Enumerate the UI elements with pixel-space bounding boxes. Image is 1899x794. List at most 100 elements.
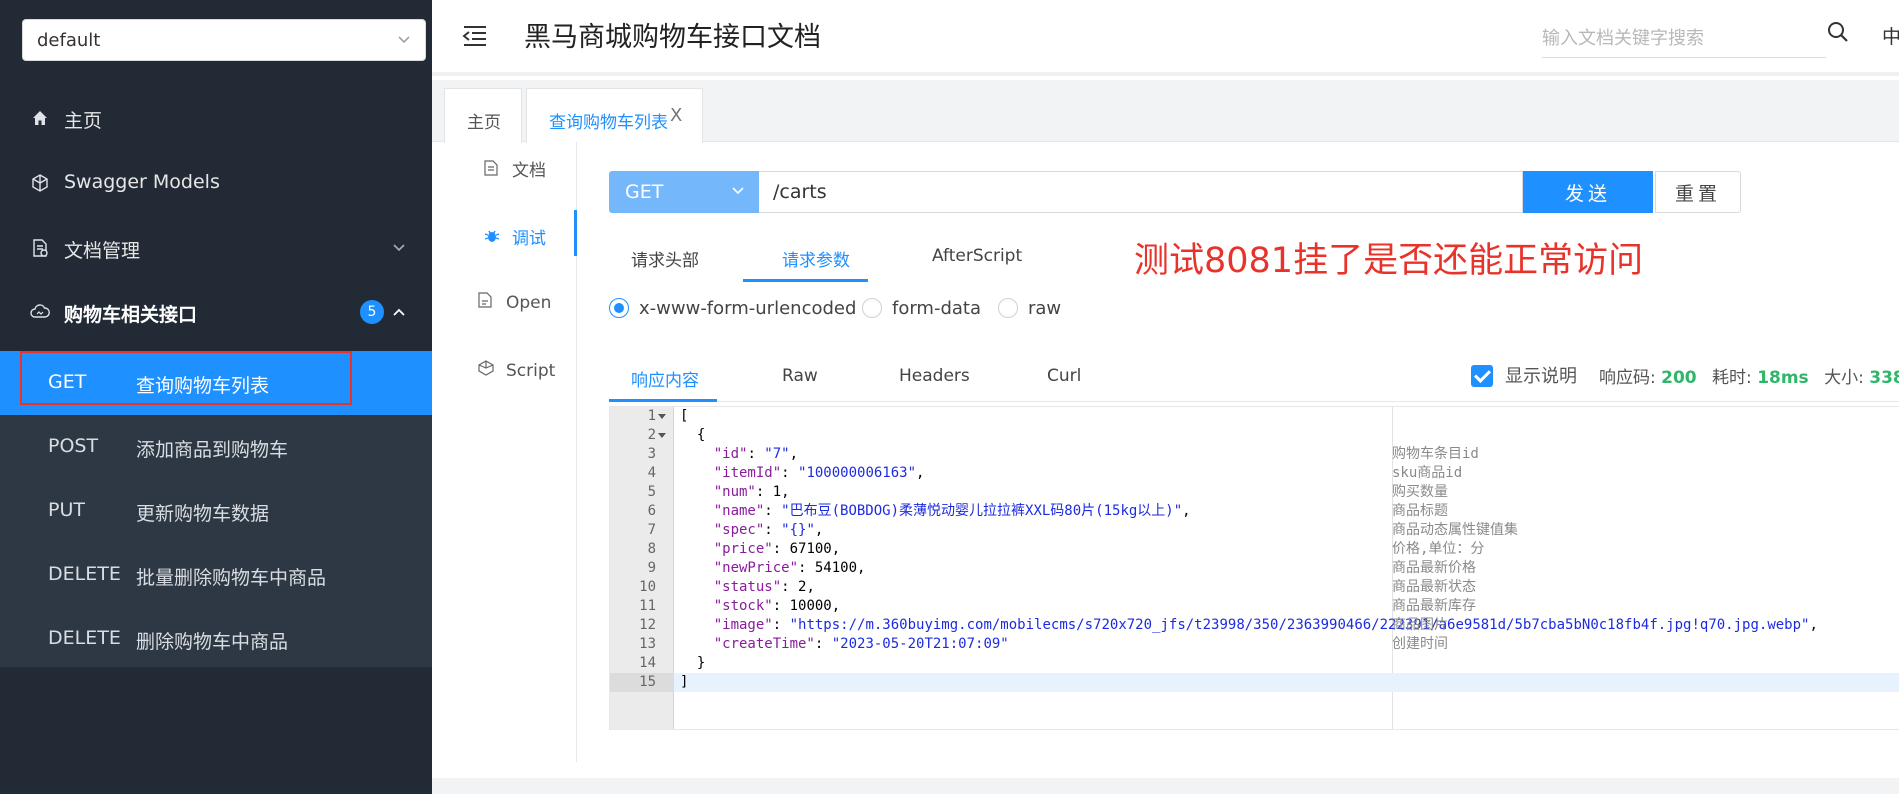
method-select[interactable]: GET bbox=[609, 171, 759, 213]
chevron-up-icon bbox=[393, 308, 405, 316]
tab-afterscript[interactable]: AfterScript bbox=[932, 246, 1022, 266]
api-item-batch-delete[interactable]: DELETE 批量删除购物车中商品 bbox=[0, 543, 432, 607]
radio-x-www-form-urlencoded[interactable]: x-www-form-urlencoded bbox=[609, 298, 856, 319]
line-number: 4 bbox=[647, 465, 656, 481]
json-punct: , bbox=[916, 465, 925, 481]
tab-request-params[interactable]: 请求参数 bbox=[782, 246, 850, 271]
code-text: [ bbox=[680, 407, 688, 426]
json-punct: , bbox=[814, 522, 824, 538]
code-line: 9 "newPrice": 54100, 商品最新价格 bbox=[610, 559, 1899, 578]
api-method: PUT bbox=[48, 499, 85, 521]
api-item-get-cart-list[interactable]: GET 查询购物车列表 bbox=[0, 351, 432, 415]
json-punct: ] bbox=[680, 674, 689, 690]
json-key: "status" bbox=[713, 579, 782, 595]
tab-response-content[interactable]: 响应内容 bbox=[631, 366, 699, 391]
json-punct: : 54100, bbox=[798, 560, 866, 576]
json-punct: [ bbox=[680, 408, 689, 424]
json-string: "巴布豆(BOBDOG)柔薄悦动婴儿拉拉裤XXL码80片(15kg以上)" bbox=[781, 503, 1183, 519]
code-text: "spec": "{}", bbox=[680, 521, 824, 540]
nav-item-swagger-models[interactable]: Swagger Models bbox=[0, 151, 432, 215]
response-code-editor[interactable]: 1[2 {3 "id": "7", 购物车条目id 4 "itemId": "100… bbox=[609, 406, 1899, 730]
doc-manage-icon bbox=[33, 239, 48, 257]
reset-button[interactable]: 重置 bbox=[1655, 171, 1741, 213]
line-number: 10 bbox=[639, 579, 656, 595]
side-tab-label: 调试 bbox=[512, 229, 546, 249]
search-input[interactable] bbox=[1542, 20, 1826, 58]
radio-raw[interactable]: raw bbox=[998, 298, 1061, 319]
radio-dot bbox=[609, 298, 629, 318]
json-key: "image" bbox=[713, 617, 773, 633]
tab-response-raw[interactable]: Raw bbox=[782, 366, 818, 386]
json-string: "{}" bbox=[781, 522, 815, 538]
line-number: 7 bbox=[647, 522, 656, 538]
response-time-label: 耗时: bbox=[1712, 368, 1752, 388]
code-text: { bbox=[680, 426, 705, 445]
code-line: 6 "name": "巴布豆(BOBDOG)柔薄悦动婴儿拉拉裤XXL码80片(1… bbox=[610, 502, 1899, 521]
page-title: 黑马商城购物车接口文档 bbox=[524, 22, 821, 53]
json-punct: : 1, bbox=[755, 484, 790, 500]
json-key: "createTime" bbox=[713, 636, 815, 652]
api-title: 添加商品到购物车 bbox=[136, 439, 289, 461]
nav-item-home[interactable]: 主页 bbox=[0, 86, 432, 150]
fold-arrow-icon[interactable] bbox=[658, 432, 666, 440]
json-punct bbox=[680, 522, 714, 538]
code-line: 13 "createTime": "2023-05-20T21:07:09" 创建… bbox=[610, 635, 1899, 654]
field-description: 商品图片 bbox=[1392, 617, 1448, 633]
side-tab-open[interactable]: Open bbox=[478, 292, 551, 313]
api-item-delete[interactable]: DELETE 删除购物车中商品 bbox=[0, 607, 432, 671]
header: 黑马商城购物车接口文档 中 bbox=[432, 0, 1899, 76]
send-button[interactable]: 发送 bbox=[1523, 171, 1653, 213]
code-line: 14 } bbox=[610, 654, 1899, 673]
search-icon[interactable] bbox=[1826, 20, 1850, 44]
chevron-down-icon bbox=[732, 187, 744, 195]
fold-arrow-icon[interactable] bbox=[658, 413, 666, 421]
language-switch[interactable]: 中 bbox=[1882, 22, 1899, 49]
nav-item-label: 文档管理 bbox=[64, 240, 141, 262]
show-description-checkbox[interactable]: 显示说明 bbox=[1471, 362, 1577, 388]
field-description: 创建时间 bbox=[1392, 636, 1448, 652]
line-number: 12 bbox=[639, 617, 656, 633]
line-number: 8 bbox=[647, 541, 656, 557]
json-punct: : 10000, bbox=[772, 598, 841, 614]
api-item-add-to-cart[interactable]: POST 添加商品到购物车 bbox=[0, 415, 432, 479]
tab-response-headers[interactable]: Headers bbox=[899, 366, 970, 386]
json-key: "spec" bbox=[713, 522, 765, 538]
tab-cart-list[interactable]: 查询购物车列表 X bbox=[526, 88, 703, 143]
json-punct bbox=[680, 617, 714, 633]
json-punct bbox=[680, 598, 714, 614]
tab-home[interactable]: 主页 bbox=[444, 88, 522, 143]
field-description: 商品标题 bbox=[1392, 503, 1448, 519]
side-tab-doc[interactable]: 文档 bbox=[484, 156, 546, 181]
tab-request-headers[interactable]: 请求头部 bbox=[631, 246, 699, 271]
json-string: "2023-05-20T21:07:09" bbox=[831, 636, 1009, 652]
side-tab-script[interactable]: Script bbox=[478, 360, 555, 381]
nav-item-doc-manage[interactable]: 文档管理 bbox=[0, 216, 432, 280]
radio-form-data[interactable]: form-data bbox=[862, 298, 981, 319]
response-meta: 响应码: 200 耗时: 18ms 大小: 338 B bbox=[1599, 363, 1899, 388]
code-text: "name": "巴布豆(BOBDOG)柔薄悦动婴儿拉拉裤XXL码80片(15k… bbox=[680, 502, 1191, 521]
json-punct: } bbox=[680, 655, 706, 671]
cloud-icon bbox=[30, 304, 50, 318]
json-key: "name" bbox=[713, 503, 765, 519]
field-description: 价格,单位：分 bbox=[1392, 541, 1485, 557]
code-text: "status": 2, bbox=[680, 578, 815, 597]
menu-fold-icon[interactable] bbox=[462, 24, 488, 48]
json-punct: : 2, bbox=[781, 579, 815, 595]
tab-response-curl[interactable]: Curl bbox=[1047, 366, 1081, 386]
line-number: 1 bbox=[647, 408, 656, 424]
json-key: "id" bbox=[713, 446, 748, 462]
json-punct: : bbox=[764, 522, 782, 538]
url-input[interactable] bbox=[759, 171, 1523, 213]
api-item-update-cart[interactable]: PUT 更新购物车数据 bbox=[0, 479, 432, 543]
group-select[interactable]: default bbox=[22, 19, 426, 61]
api-title: 更新购物车数据 bbox=[136, 503, 270, 525]
line-number: 6 bbox=[647, 503, 656, 519]
close-icon[interactable]: X bbox=[670, 105, 682, 126]
bottom-strip bbox=[432, 778, 1899, 794]
side-tab-debug[interactable]: 调试 bbox=[484, 224, 546, 249]
home-icon bbox=[33, 111, 47, 125]
json-key: "num" bbox=[713, 484, 756, 500]
code-text: "image": "https://m.360buyimg.com/mobile… bbox=[680, 616, 1818, 635]
tab-label: 主页 bbox=[467, 113, 501, 133]
field-description: 商品最新状态 bbox=[1392, 579, 1476, 595]
